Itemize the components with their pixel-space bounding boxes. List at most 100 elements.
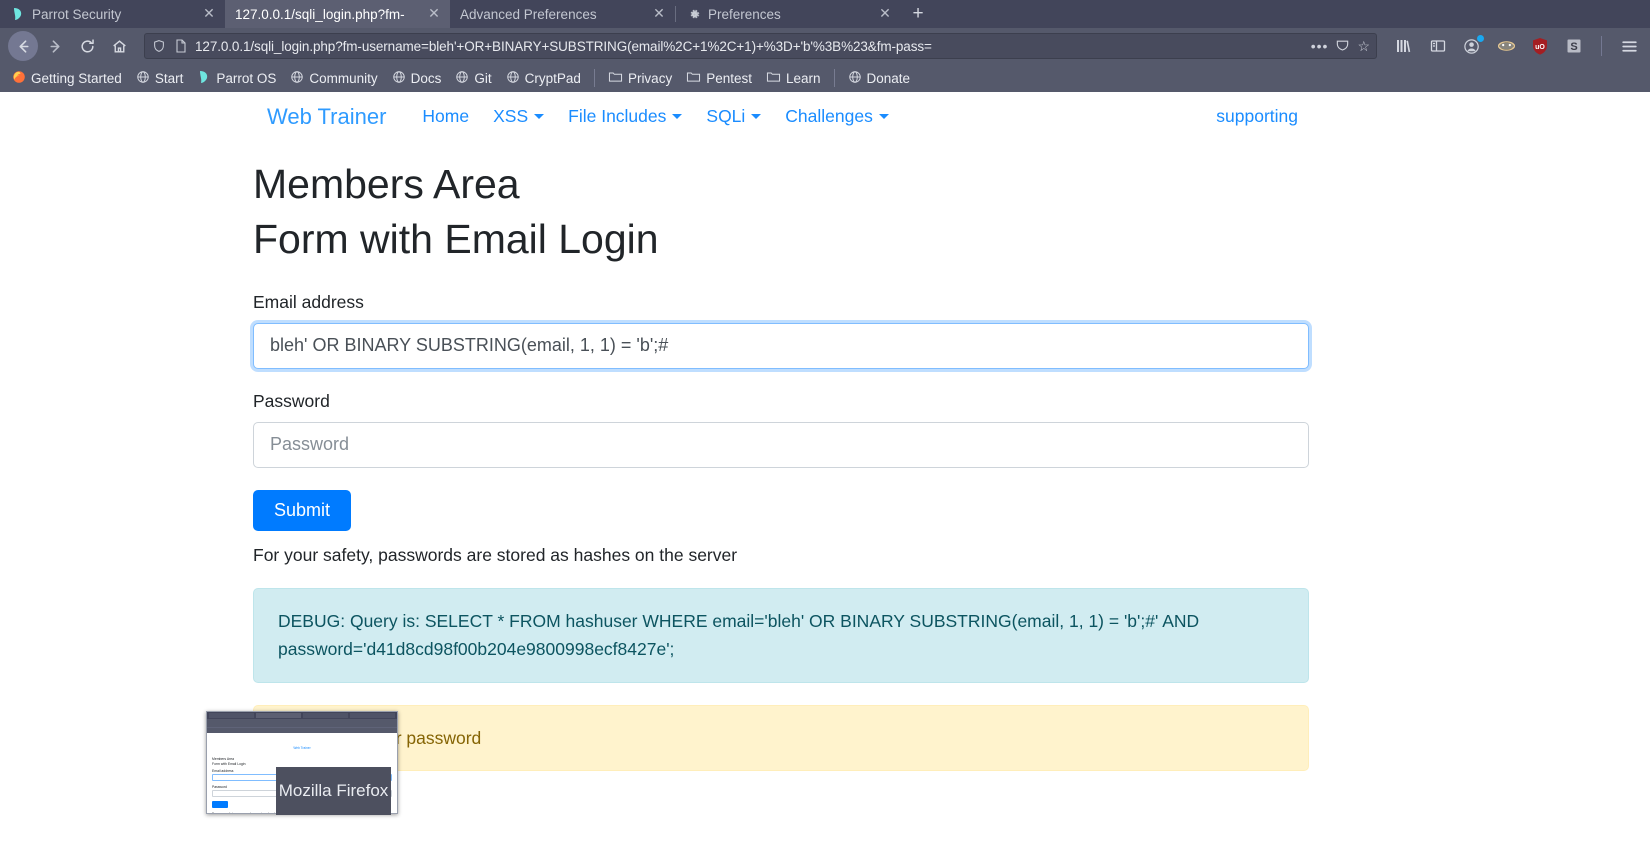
- nav-item-label: File Includes: [568, 106, 666, 127]
- reload-button[interactable]: [72, 31, 102, 61]
- nav-item-file-includes[interactable]: File Includes: [556, 102, 694, 131]
- save-pocket-icon[interactable]: [1335, 37, 1350, 55]
- email-input[interactable]: [253, 323, 1309, 369]
- nav-item-supporting[interactable]: supporting: [1204, 102, 1310, 131]
- chevron-down-icon: [672, 114, 682, 119]
- gear-icon: [686, 6, 702, 22]
- bookmark-label: Getting Started: [31, 71, 122, 86]
- bookmarks-divider: [834, 69, 835, 87]
- parrot-icon: [10, 6, 26, 22]
- bookmark-label: Pentest: [706, 71, 752, 86]
- chevron-down-icon: [534, 114, 544, 119]
- bookmark-folder-privacy[interactable]: Privacy: [602, 68, 678, 88]
- nav-item-home[interactable]: Home: [410, 102, 481, 131]
- folder-icon: [686, 70, 701, 86]
- bookmark-label: Docs: [411, 71, 442, 86]
- chevron-down-icon: [751, 114, 761, 119]
- preview-brand: Web Trainer: [293, 746, 310, 750]
- email-form-group: Email address: [253, 292, 1309, 369]
- nav-item-label: SQLi: [706, 106, 745, 127]
- bookmark-community[interactable]: Community: [284, 68, 383, 89]
- account-notification-dot: [1477, 35, 1484, 42]
- nav-item-challenges[interactable]: Challenges: [773, 102, 901, 131]
- bookmark-folder-pentest[interactable]: Pentest: [680, 68, 758, 88]
- nav-item-sqli[interactable]: SQLi: [694, 102, 773, 131]
- back-button[interactable]: [8, 31, 38, 61]
- bookmark-git[interactable]: Git: [449, 68, 497, 89]
- bookmark-folder-learn[interactable]: Learn: [760, 68, 827, 88]
- close-icon[interactable]: ✕: [201, 6, 217, 22]
- bookmark-docs[interactable]: Docs: [386, 68, 448, 89]
- globe-icon: [848, 70, 862, 87]
- page-info-icon[interactable]: [174, 38, 188, 54]
- submit-button[interactable]: Submit: [253, 490, 351, 532]
- globe-icon: [290, 70, 304, 87]
- svg-text:uO: uO: [1535, 44, 1545, 51]
- tab-title: Parrot Security: [32, 7, 195, 22]
- bookmark-donate[interactable]: Donate: [842, 68, 917, 89]
- privacy-badger-icon[interactable]: [1493, 33, 1519, 59]
- globe-icon: [392, 70, 406, 87]
- preview-tab: [350, 713, 395, 718]
- bookmark-label: Privacy: [628, 71, 672, 86]
- home-button[interactable]: [104, 31, 134, 61]
- forward-button[interactable]: [40, 31, 70, 61]
- bookmark-label: Git: [474, 71, 491, 86]
- email-label: Email address: [253, 292, 1309, 313]
- bookmark-label: Learn: [786, 71, 821, 86]
- password-form-group: Password: [253, 391, 1309, 468]
- tracking-protection-shield-icon[interactable]: [151, 38, 167, 54]
- close-icon[interactable]: ✕: [426, 6, 442, 22]
- url-text[interactable]: 127.0.0.1/sqli_login.php?fm-username=ble…: [195, 39, 1304, 54]
- folder-icon: [766, 70, 781, 86]
- svg-text:S: S: [1570, 41, 1577, 53]
- warning-alert: No such user or password: [253, 705, 1309, 771]
- close-icon[interactable]: ✕: [877, 6, 893, 22]
- password-label: Password: [253, 391, 1309, 412]
- globe-icon: [455, 70, 469, 87]
- preview-tab: [303, 713, 348, 718]
- bookmark-getting-started[interactable]: Getting Started: [6, 68, 128, 89]
- bookmark-parrot-os[interactable]: Parrot OS: [191, 68, 282, 89]
- firefox-icon: [12, 70, 26, 87]
- tab-sqli-login[interactable]: 127.0.0.1/sqli_login.php?fm- ✕: [225, 0, 450, 28]
- close-icon[interactable]: ✕: [651, 6, 667, 22]
- tab-parrot-security[interactable]: Parrot Security ✕: [0, 0, 225, 28]
- toolbar-icon-group: uO S: [1387, 33, 1642, 59]
- folder-icon: [608, 70, 623, 86]
- nav-item-xss[interactable]: XSS: [481, 102, 556, 131]
- nav-item-label: Home: [422, 106, 469, 127]
- ublock-origin-icon[interactable]: uO: [1527, 33, 1553, 59]
- account-icon[interactable]: [1459, 33, 1485, 59]
- sidebar-icon[interactable]: [1425, 33, 1451, 59]
- bookmark-label: CryptPad: [525, 71, 581, 86]
- url-bar[interactable]: 127.0.0.1/sqli_login.php?fm-username=ble…: [144, 33, 1377, 59]
- brand-link[interactable]: Web Trainer: [267, 104, 386, 130]
- page-actions-icon[interactable]: •••: [1311, 38, 1329, 54]
- menu-icon[interactable]: [1616, 33, 1642, 59]
- bookmark-label: Start: [155, 71, 184, 86]
- preview-tab: [256, 713, 301, 718]
- tab-title: Preferences: [708, 7, 871, 22]
- preview-submit-button: [212, 801, 228, 808]
- preview-tabstrip: [207, 712, 397, 719]
- bookmark-cryptpad[interactable]: CryptPad: [500, 68, 587, 89]
- site-navbar: Web Trainer Home XSS File Includes SQLi …: [267, 92, 1310, 141]
- new-tab-button[interactable]: +: [901, 0, 935, 28]
- password-input[interactable]: [253, 422, 1309, 468]
- globe-icon: [506, 70, 520, 87]
- tab-strip: Parrot Security ✕ 127.0.0.1/sqli_login.p…: [0, 0, 1650, 28]
- bookmark-label: Donate: [867, 71, 911, 86]
- preview-tab: [209, 713, 254, 718]
- tab-advanced-preferences[interactable]: Advanced Preferences ✕: [450, 0, 675, 28]
- browser-window: Parrot Security ✕ 127.0.0.1/sqli_login.p…: [0, 0, 1650, 853]
- bookmark-label: Parrot OS: [216, 71, 276, 86]
- nav-item-label: Challenges: [785, 106, 873, 127]
- bookmark-start[interactable]: Start: [130, 68, 190, 89]
- bookmark-star-icon[interactable]: ☆: [1357, 38, 1370, 55]
- tab-preferences[interactable]: Preferences ✕: [676, 0, 901, 28]
- bookmarks-divider: [594, 69, 595, 87]
- library-icon[interactable]: [1391, 33, 1417, 59]
- extension-s-icon[interactable]: S: [1561, 33, 1587, 59]
- safety-note: For your safety, passwords are stored as…: [253, 545, 1309, 566]
